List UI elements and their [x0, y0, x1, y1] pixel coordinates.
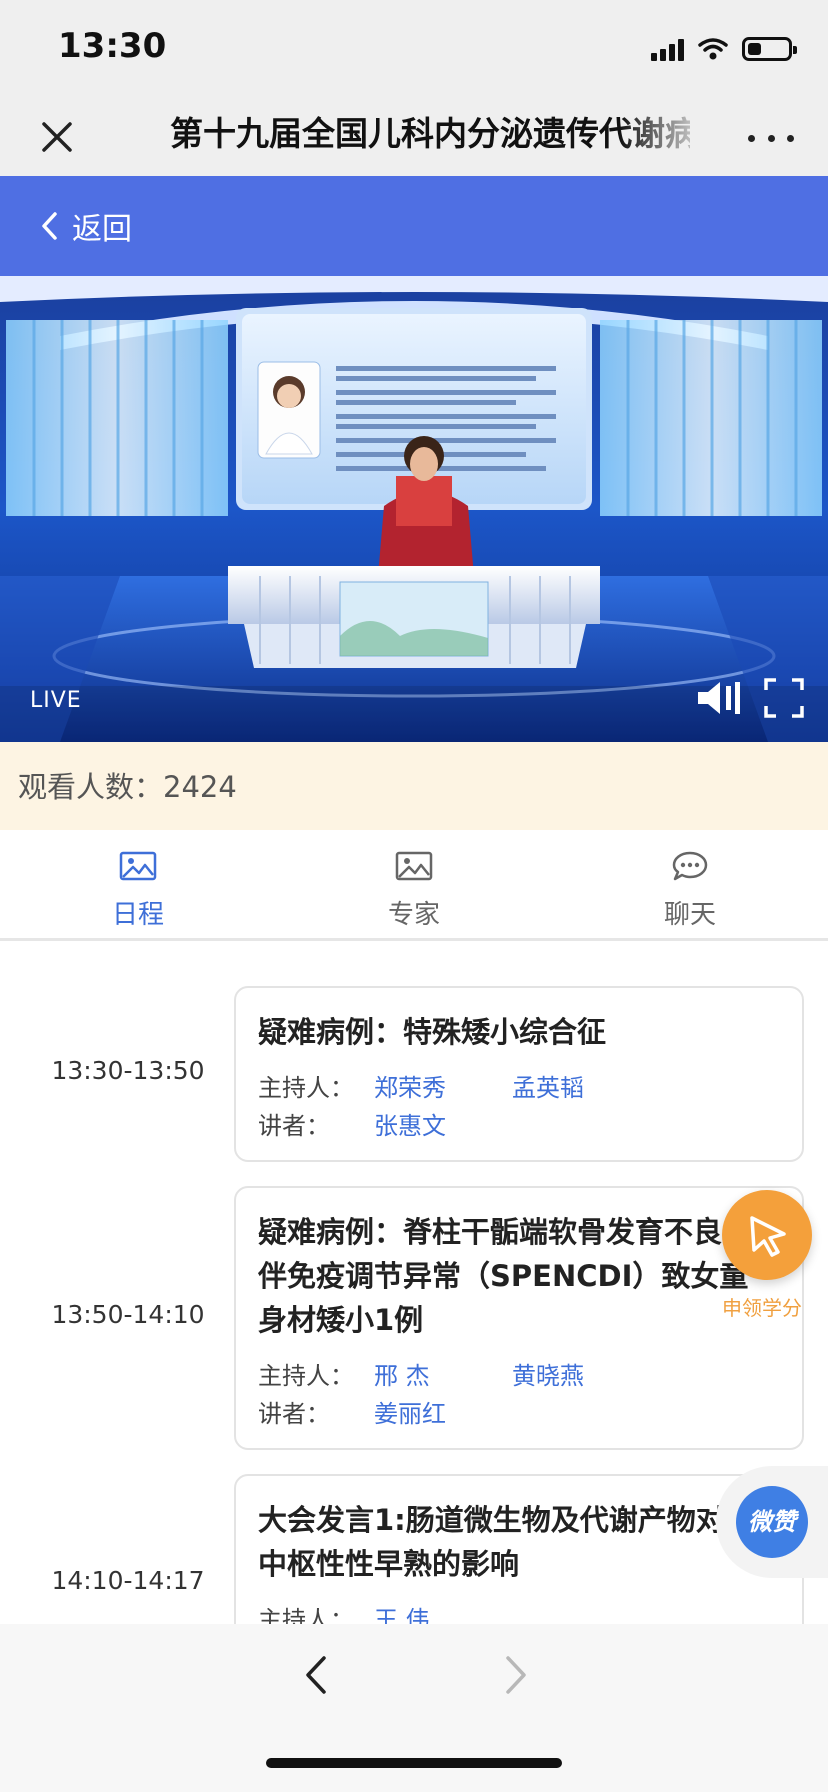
tab-bar: 日程 专家 聊天	[0, 830, 828, 940]
home-indicator	[266, 1758, 562, 1768]
viewer-count-value: 2424	[163, 770, 237, 804]
back-button[interactable]: 返回	[40, 200, 132, 252]
cellular-signal-icon	[651, 37, 684, 61]
session-card[interactable]: 疑难病例：脊柱干骺端软骨发育不良 伴免疫调节异常（SPENCDI）致女童 身材矮…	[234, 1186, 804, 1450]
host-label: 主持人：	[258, 1362, 354, 1390]
claim-credits-label[interactable]: 申领学分	[722, 1292, 828, 1321]
speaker-name[interactable]: 姜丽红	[374, 1394, 446, 1429]
host-name[interactable]: 黄晓燕	[512, 1356, 584, 1391]
divider	[0, 938, 828, 941]
host-name[interactable]: 邢 杰	[374, 1356, 430, 1391]
tab-experts-label: 专家	[387, 900, 440, 930]
back-label: 返回	[72, 212, 132, 247]
session-title-line: 伴免疫调节异常（SPENCDI）致女童	[258, 1259, 749, 1293]
session-title: 疑难病例：特殊矮小综合征	[258, 1015, 607, 1049]
tab-schedule[interactable]: 日程	[0, 830, 276, 940]
session-time: 13:30-13:50	[51, 1056, 205, 1085]
host-name[interactable]: 孟英韬	[512, 1068, 584, 1103]
session-time: 14:10-14:17	[51, 1566, 205, 1595]
title-fade	[620, 106, 710, 162]
speaker-label: 讲者：	[258, 1400, 330, 1428]
host-label: 主持人：	[258, 1074, 354, 1102]
session-title-line: 中枢性性早熟的影响	[258, 1547, 520, 1581]
session-title-line: 疑难病例：脊柱干骺端软骨发育不良	[258, 1215, 723, 1249]
live-label: LIVE	[30, 688, 82, 713]
tab-chat-label: 聊天	[663, 900, 716, 930]
wifi-icon	[698, 38, 728, 60]
session-card[interactable]: 疑难病例：特殊矮小综合征 主持人： 郑荣秀 孟英韬 讲者： 张惠文	[234, 986, 804, 1162]
tab-schedule-label: 日程	[111, 900, 164, 930]
viewer-count: 观看人数：2424	[18, 764, 237, 806]
studio-background	[0, 276, 828, 742]
weizan-button[interactable]: 微赞	[736, 1486, 808, 1558]
status-time: 13:30	[58, 26, 167, 66]
status-icons	[651, 34, 797, 64]
session-time: 13:50-14:10	[51, 1300, 205, 1329]
cursor-click-icon	[750, 1216, 786, 1257]
chevron-left-icon	[42, 212, 57, 240]
chevron-left-icon[interactable]	[296, 1652, 336, 1698]
tab-chat[interactable]: 聊天	[552, 830, 828, 940]
close-icon[interactable]	[34, 114, 80, 160]
session-title-line: 身材矮小1例	[258, 1303, 424, 1337]
chevron-right-icon[interactable]	[496, 1652, 536, 1698]
volume-icon[interactable]	[694, 676, 742, 720]
speaker-label: 讲者：	[258, 1112, 330, 1140]
video-player[interactable]	[0, 276, 828, 742]
image-icon	[395, 851, 433, 881]
more-icon[interactable]	[748, 118, 794, 158]
tab-experts[interactable]: 专家	[276, 830, 552, 940]
fullscreen-icon[interactable]	[764, 678, 804, 718]
page-title: 第十九届全国儿科内分泌遗传代谢病会议	[170, 114, 690, 153]
host-name[interactable]: 郑荣秀	[374, 1068, 446, 1103]
speaker-name[interactable]: 张惠文	[374, 1106, 446, 1141]
claim-credits-button[interactable]	[722, 1190, 812, 1280]
chat-icon	[672, 851, 708, 881]
battery-icon	[742, 37, 797, 61]
viewer-count-label: 观看人数：	[18, 770, 164, 804]
image-icon	[119, 851, 157, 881]
